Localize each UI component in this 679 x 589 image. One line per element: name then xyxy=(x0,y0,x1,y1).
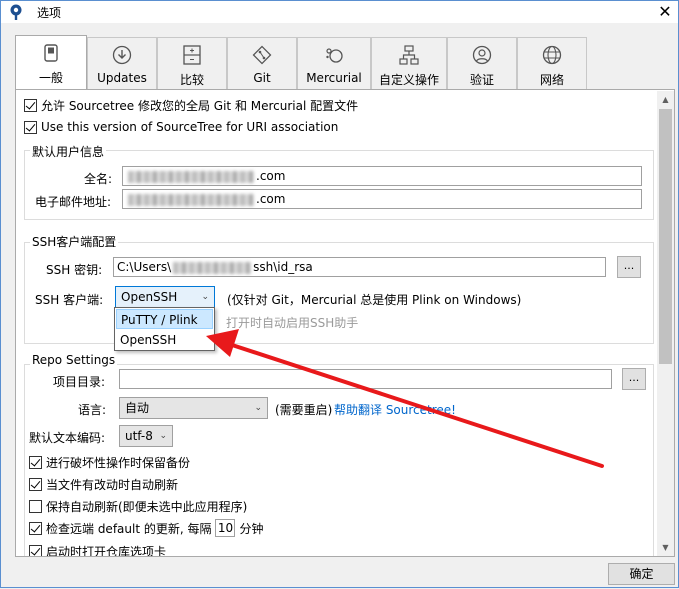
keep-backup-checkbox[interactable]: 进行破坏性操作时保留备份 xyxy=(29,454,190,471)
window-title: 选项 xyxy=(37,6,62,20)
tab-label: 验证 xyxy=(469,73,494,87)
checkbox-label: 当文件有改动时自动刷新 xyxy=(46,478,179,492)
general-switch-icon xyxy=(40,42,62,64)
tab-label: Updates xyxy=(97,71,147,85)
language-value: 自动 xyxy=(125,401,150,415)
scroll-thumb[interactable] xyxy=(659,109,672,364)
encoding-select[interactable]: utf-8 ⌄ xyxy=(119,425,173,447)
email-label: 电子邮件地址: xyxy=(35,195,112,209)
tab-mercurial[interactable]: Mercurial xyxy=(297,37,371,89)
redacted-name xyxy=(128,170,254,183)
repo-settings-title: Repo Settings xyxy=(30,353,118,367)
tab-custom-actions[interactable]: 自定义操作 xyxy=(371,37,447,89)
custom-actions-icon xyxy=(398,44,420,66)
checkbox-box[interactable] xyxy=(29,478,42,491)
ssh-key-browse-button[interactable]: ... xyxy=(617,256,641,278)
ssh-client-select[interactable]: OpenSSH ⌄ xyxy=(115,286,215,308)
tab-label: 一般 xyxy=(38,71,63,85)
tab-strip: 一般 Updates 比较 Git Mercurial 自定义操作 验证 网络 xyxy=(15,35,587,89)
email-input[interactable]: .com xyxy=(122,189,642,209)
ssh-agent-hint: 打开时自动启用SSH助手 xyxy=(226,316,359,330)
checkbox-box[interactable] xyxy=(29,521,42,535)
title-bar: 选项 ✕ xyxy=(1,1,678,23)
tab-label: 自定义操作 xyxy=(378,73,439,87)
tab-updates[interactable]: Updates xyxy=(87,37,157,89)
chevron-down-icon: ⌄ xyxy=(159,431,167,441)
user-info-title: 默认用户信息 xyxy=(30,143,107,160)
help-translate-link[interactable]: 帮助翻译 Sourcetree! xyxy=(334,401,456,418)
encoding-value: utf-8 xyxy=(125,429,153,443)
tab-authentication[interactable]: 验证 xyxy=(447,37,517,89)
open-repo-tab-checkbox[interactable]: 启动时打开仓库选项卡 xyxy=(29,543,167,557)
tab-git[interactable]: Git xyxy=(227,37,297,89)
checkbox-box[interactable] xyxy=(29,456,42,469)
ok-button[interactable]: 确定 xyxy=(608,563,675,585)
checkbox-box[interactable] xyxy=(29,500,42,513)
interval-unit-label: 分钟 xyxy=(239,521,264,536)
tab-label: 比较 xyxy=(179,73,204,87)
tab-label: Git xyxy=(253,71,271,85)
checkbox-label: 进行破坏性操作时保留备份 xyxy=(46,456,191,470)
encoding-label: 默认文本编码: xyxy=(29,431,106,445)
mercurial-drop-icon xyxy=(323,44,345,66)
close-icon[interactable]: ✕ xyxy=(655,2,675,22)
ssh-key-prefix: C:\Users\ xyxy=(117,260,172,274)
checkbox-label: 允许 Sourcetree 修改您的全局 Git 和 Mercurial 配置文… xyxy=(41,99,359,113)
git-diamond-icon xyxy=(251,44,273,66)
uri-association-checkbox[interactable]: Use this version of SourceTree for URI a… xyxy=(24,120,338,134)
redacted-email xyxy=(128,193,254,206)
ssh-key-label: SSH 密钥: xyxy=(46,263,103,277)
ssh-client-note: (仅针对 Git，Mercurial 总是使用 Plink on Windows… xyxy=(227,293,522,307)
option-putty-plink[interactable]: PuTTY / Plink xyxy=(116,309,213,329)
chevron-down-icon: ⌄ xyxy=(254,403,262,413)
checkbox-box[interactable] xyxy=(29,545,42,556)
compare-icon xyxy=(181,44,203,66)
fullname-suffix: .com xyxy=(256,169,286,183)
auto-refresh-checkbox[interactable]: 当文件有改动时自动刷新 xyxy=(29,476,178,493)
redacted-username xyxy=(173,261,252,274)
download-arrow-icon xyxy=(111,44,133,66)
checkbox-label: 保持自动刷新(即便未选中此应用程序) xyxy=(46,500,248,514)
keep-refresh-unfocused-checkbox[interactable]: 保持自动刷新(即便未选中此应用程序) xyxy=(29,498,247,515)
project-dir-browse-button[interactable]: ... xyxy=(622,368,646,390)
checkbox-box[interactable] xyxy=(24,120,37,134)
tab-compare[interactable]: 比较 xyxy=(157,37,227,89)
fullname-label: 全名: xyxy=(84,172,113,186)
tab-general[interactable]: 一般 xyxy=(15,35,87,89)
sourcetree-logo-icon xyxy=(10,4,22,20)
remote-check-interval-input[interactable]: 10 xyxy=(215,519,236,537)
ssh-key-input[interactable]: C:\Users\ ssh\id_rsa xyxy=(113,257,606,277)
checkbox-box[interactable] xyxy=(24,99,37,112)
ssh-client-value: OpenSSH xyxy=(121,290,178,304)
tab-label: Mercurial xyxy=(306,71,362,85)
tab-network[interactable]: 网络 xyxy=(517,37,587,89)
ssh-client-label: SSH 客户端: xyxy=(35,293,104,307)
chevron-down-icon: ⌄ xyxy=(201,292,209,302)
allow-modify-config-checkbox[interactable]: 允许 Sourcetree 修改您的全局 Git 和 Mercurial 配置文… xyxy=(24,97,358,114)
language-select[interactable]: 自动 ⌄ xyxy=(119,397,268,419)
email-suffix: .com xyxy=(256,192,286,206)
globe-icon xyxy=(541,44,563,66)
ssh-client-dropdown-list: PuTTY / Plink OpenSSH xyxy=(114,307,215,351)
checkbox-label: Use this version of SourceTree for URI a… xyxy=(41,120,339,134)
options-window: 选项 ✕ 一般 Updates 比较 Git Mercurial 自定义操作 验… xyxy=(0,0,679,588)
check-remote-updates-checkbox[interactable]: 检查远端 default 的更新, 每隔 10 分钟 xyxy=(29,519,264,537)
fullname-input[interactable]: .com xyxy=(122,166,642,186)
checkbox-label: 启动时打开仓库选项卡 xyxy=(46,545,167,557)
option-openssh[interactable]: OpenSSH xyxy=(116,330,213,350)
scroll-down-icon[interactable]: ▼ xyxy=(657,539,674,556)
project-dir-input[interactable] xyxy=(119,369,612,389)
language-label: 语言: xyxy=(78,403,107,417)
vertical-scrollbar[interactable]: ▲ ▼ xyxy=(657,91,674,556)
ssh-group-title: SSH客户端配置 xyxy=(30,233,119,250)
restart-note: (需要重启) xyxy=(275,403,333,417)
tab-label: 网络 xyxy=(539,73,564,87)
project-dir-label: 项目目录: xyxy=(53,375,106,389)
user-auth-icon xyxy=(471,44,493,66)
checkbox-label: 检查远端 default 的更新, 每隔 xyxy=(46,521,212,536)
scroll-up-icon[interactable]: ▲ xyxy=(657,91,674,108)
ssh-key-suffix: ssh\id_rsa xyxy=(253,260,313,274)
